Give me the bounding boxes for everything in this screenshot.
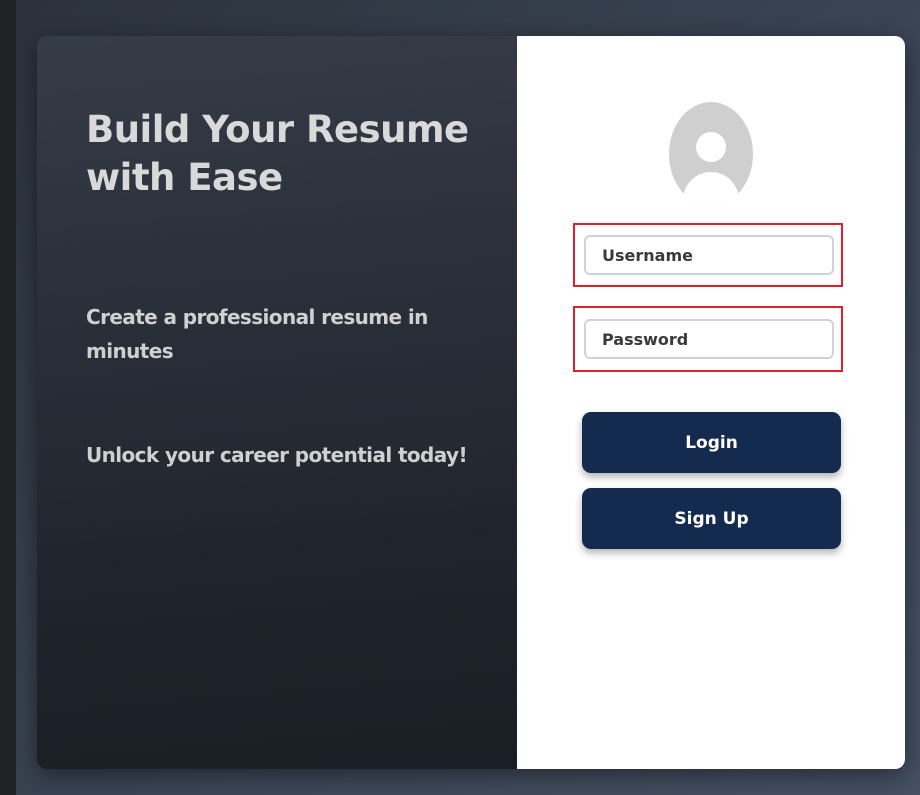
username-highlight-box: [573, 223, 843, 287]
login-button[interactable]: Login: [582, 412, 841, 473]
hero-tagline-professional: Create a professional resume in minutes: [86, 305, 428, 363]
window-edge: [0, 0, 16, 795]
password-input[interactable]: [584, 319, 834, 359]
hero-panel: Build Your Resume with Ease Create a pro…: [37, 36, 517, 769]
login-card: Build Your Resume with Ease Create a pro…: [37, 36, 905, 769]
avatar-head: [696, 132, 726, 162]
avatar-body: [683, 172, 739, 206]
hero-tagline-career: Unlock your career potential today!: [86, 443, 468, 467]
signup-button[interactable]: Sign Up: [582, 488, 841, 549]
login-form-panel: Login Sign Up: [517, 36, 905, 769]
password-highlight-box: [573, 306, 843, 372]
username-input[interactable]: [584, 235, 834, 275]
user-avatar-icon: [669, 102, 753, 206]
hero-headline: Build Your Resume with Ease: [86, 108, 469, 199]
